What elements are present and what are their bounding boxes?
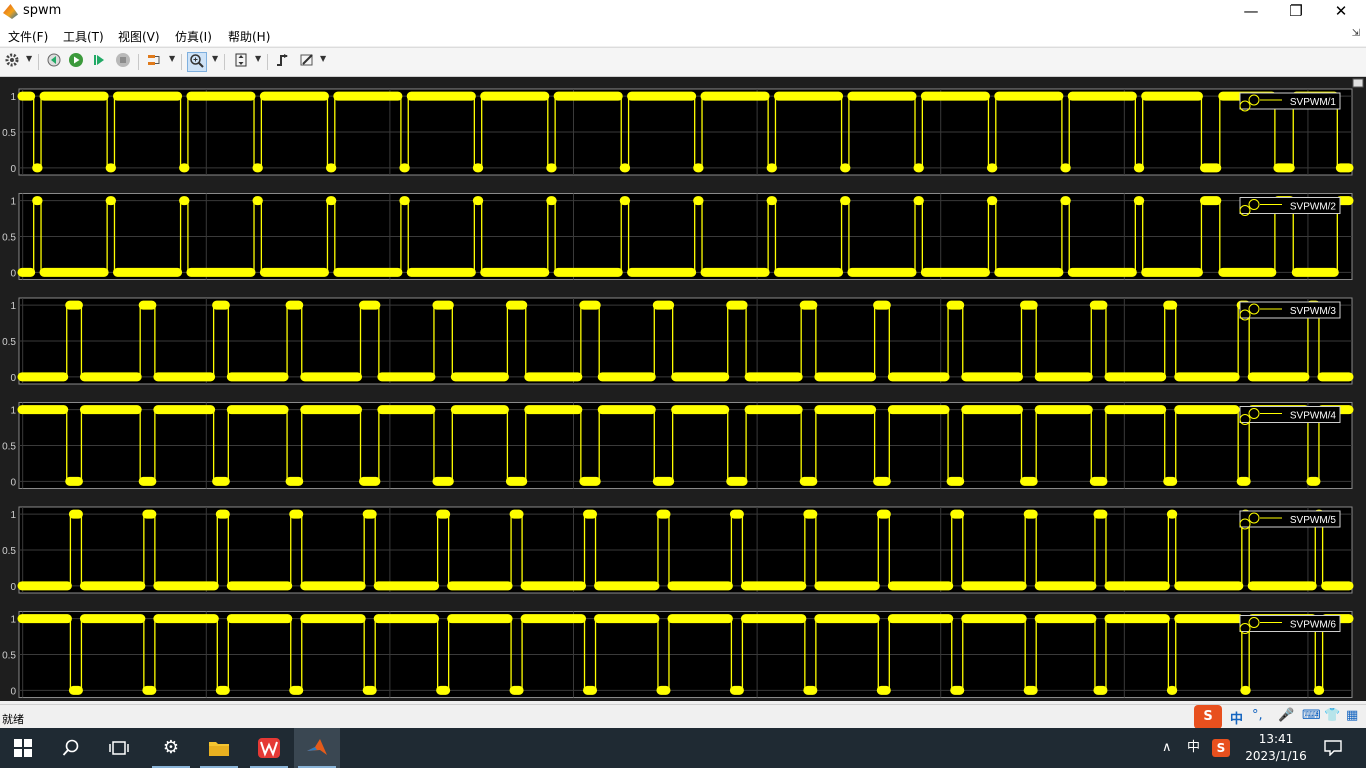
scope-axes-1: 0 0.5 1 SVPWM/1 — [2, 88, 1354, 176]
y-tick-label: 0 — [10, 268, 16, 279]
y-tick-label: 0 — [10, 373, 16, 384]
legend-label: SVPWM/5 — [1290, 515, 1337, 526]
taskbar: ⚙ ∧ 中 S 13:41 2023/1/16 — [0, 728, 1366, 768]
ime-lang[interactable]: 中 — [1230, 708, 1243, 727]
y-tick-label: 0.5 — [2, 442, 16, 453]
scope-figure: 0 0.5 1 SVPWM/1 0 0.5 1 SVPWM/2 0 0.5 1 SVPWM/3 0 0.5… — [0, 77, 1366, 701]
search-icon[interactable] — [48, 728, 94, 768]
toolbar-separator — [38, 54, 39, 70]
scope-plots[interactable]: 0 0.5 1 SVPWM/1 0 0.5 1 SVPWM/2 0 0.5 1 SVPWM/3 0 0.5… — [0, 77, 1366, 701]
sogou-tray-icon[interactable]: S — [1212, 739, 1230, 757]
y-tick-label: 0 — [10, 477, 16, 488]
toolbar-separator — [138, 54, 139, 70]
chevron-down-icon[interactable]: ▼ — [26, 54, 32, 63]
style-icon[interactable] — [297, 52, 317, 72]
window-title: spwm — [23, 3, 62, 18]
signal-select-icon[interactable] — [144, 52, 164, 72]
expand-icon[interactable] — [1352, 78, 1364, 88]
matlab-taskbar-icon[interactable] — [294, 728, 340, 768]
scope-axes-2: 0 0.5 1 SVPWM/2 — [2, 193, 1354, 280]
file-explorer-icon[interactable] — [196, 728, 242, 768]
trigger-icon[interactable] — [273, 52, 293, 72]
legend: SVPWM/6 — [1239, 615, 1341, 634]
sogou-icon[interactable]: S — [1194, 705, 1222, 729]
legend: SVPWM/4 — [1239, 406, 1341, 425]
windows-start-icon[interactable] — [0, 728, 46, 768]
menu-bar: 文件(F) 工具(T) 视图(V) 仿真(I) 帮助(H) ⇲ — [0, 24, 1366, 46]
legend: SVPWM/2 — [1239, 197, 1341, 216]
y-tick-label: 1 — [10, 301, 16, 312]
show-hidden-icons[interactable]: ∧ — [1162, 728, 1172, 768]
status-bar: 就绪 S 中 °, 🎤 ⌨ 👕 ▦ — [0, 704, 1366, 729]
step-back-icon[interactable] — [44, 52, 64, 72]
toolbar: ▼ ▼ ▼ ▼ ▼ — [0, 47, 1366, 77]
keyboard-icon[interactable]: ⌨ — [1302, 708, 1321, 723]
task-view-icon[interactable] — [96, 728, 142, 768]
chevron-down-icon[interactable]: ▼ — [255, 54, 261, 63]
toolbar-separator — [224, 54, 225, 70]
step-forward-icon[interactable] — [89, 52, 109, 72]
toolbar-separator — [181, 54, 182, 70]
y-tick-label: 0.5 — [2, 337, 16, 348]
y-tick-label: 1 — [10, 406, 16, 417]
run-icon[interactable] — [66, 52, 86, 72]
y-tick-label: 1 — [10, 92, 16, 103]
legend-label: SVPWM/3 — [1290, 306, 1337, 317]
legend-label: SVPWM/2 — [1290, 202, 1337, 213]
scope-axes-5: 0 0.5 1 SVPWM/5 — [2, 506, 1354, 594]
y-tick-label: 0 — [10, 686, 16, 697]
chevron-down-icon[interactable]: ▼ — [212, 54, 218, 63]
scope-axes-4: 0 0.5 1 SVPWM/4 — [2, 402, 1354, 489]
close-button[interactable]: ✕ — [1318, 0, 1364, 24]
menu-file[interactable]: 文件(F) — [8, 28, 48, 45]
y-tick-label: 1 — [10, 615, 16, 626]
y-tick-label: 0.5 — [2, 128, 16, 139]
menu-simulation[interactable]: 仿真(I) — [175, 28, 212, 45]
scope-axes-6: 0 0.5 1 SVPWM/6 — [2, 611, 1354, 698]
wps-icon[interactable] — [246, 728, 292, 768]
status-text: 就绪 — [2, 713, 24, 726]
legend-label: SVPWM/6 — [1290, 620, 1337, 631]
maximize-button[interactable]: ❐ — [1273, 0, 1319, 24]
y-tick-label: 0.5 — [2, 546, 16, 557]
y-tick-label: 1 — [10, 510, 16, 521]
menu-view[interactable]: 视图(V) — [118, 28, 160, 45]
y-tick-label: 0 — [10, 164, 16, 175]
clock[interactable]: 13:41 2023/1/16 — [1236, 731, 1316, 765]
y-tick-label: 0.5 — [2, 233, 16, 244]
zoom-icon[interactable] — [187, 52, 207, 72]
legend: SVPWM/3 — [1239, 301, 1341, 321]
legend: SVPWM/5 — [1239, 510, 1341, 530]
clock-date: 2023/1/16 — [1245, 749, 1307, 763]
notification-icon[interactable] — [1322, 728, 1344, 768]
ime-punct[interactable]: °, — [1252, 708, 1263, 723]
legend-label: SVPWM/4 — [1290, 411, 1337, 422]
scope-axes-3: 0 0.5 1 SVPWM/3 — [2, 297, 1354, 385]
settings-gear-icon[interactable]: ⚙ — [148, 728, 194, 768]
y-tick-label: 0.5 — [2, 651, 16, 662]
legend: SVPWM/1 — [1239, 92, 1341, 112]
menu-tools[interactable]: 工具(T) — [63, 28, 104, 45]
minimize-button[interactable]: — — [1228, 0, 1274, 24]
matlab-icon — [3, 4, 18, 19]
chevron-down-icon[interactable]: ▼ — [169, 54, 175, 63]
undock-icon[interactable]: ⇲ — [1352, 28, 1360, 39]
ime-toolbar: S 中 °, 🎤 ⌨ 👕 ▦ — [1186, 705, 1366, 729]
microphone-icon[interactable]: 🎤 — [1278, 708, 1294, 723]
title-bar: spwm — ❐ ✕ — [0, 0, 1366, 24]
skin-icon[interactable]: 👕 — [1324, 708, 1340, 723]
legend-label: SVPWM/1 — [1290, 97, 1337, 108]
autoscale-icon[interactable] — [231, 52, 251, 72]
tray-ime-lang[interactable]: 中 — [1187, 728, 1200, 768]
toolbox-icon[interactable]: ▦ — [1346, 708, 1358, 723]
stop-icon[interactable] — [113, 52, 133, 72]
toolbar-separator — [267, 54, 268, 70]
y-tick-label: 1 — [10, 197, 16, 208]
clock-time: 13:41 — [1258, 732, 1294, 746]
chevron-down-icon[interactable]: ▼ — [320, 54, 326, 63]
y-tick-label: 0 — [10, 582, 16, 593]
gear-icon[interactable] — [2, 52, 22, 72]
menu-help[interactable]: 帮助(H) — [228, 28, 270, 45]
